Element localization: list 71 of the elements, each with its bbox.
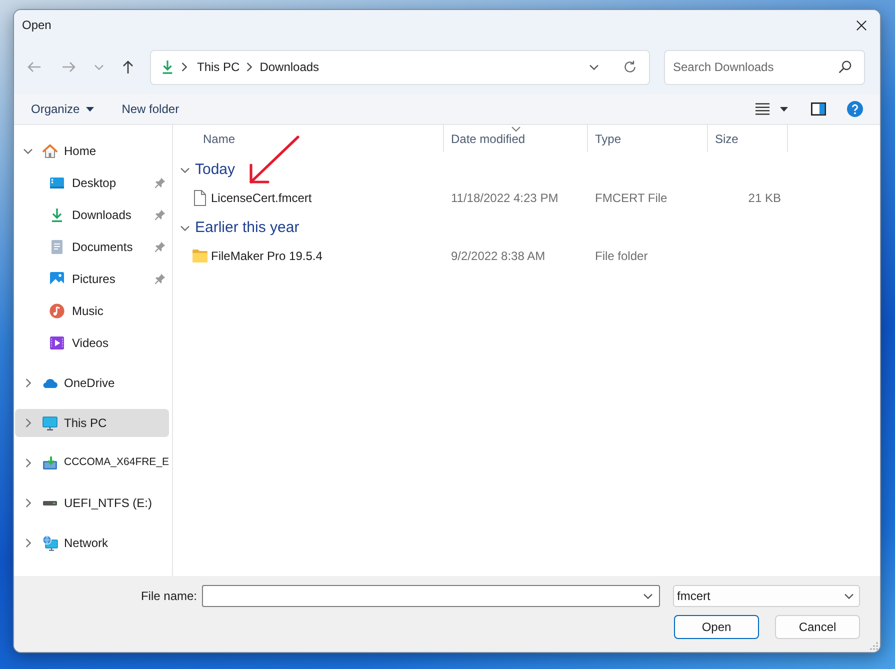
address-bar[interactable]: This PC Downloads <box>150 50 650 84</box>
file-type: File folder <box>595 249 648 263</box>
date-modified: 9/2/2022 8:38 AM <box>451 249 546 263</box>
chevron-right-icon[interactable] <box>23 538 33 548</box>
preview-pane-icon[interactable] <box>811 102 826 116</box>
folder-icon <box>192 249 208 263</box>
help-icon[interactable] <box>847 101 863 117</box>
search-field[interactable]: Search Downloads <box>664 50 865 84</box>
toolbar-button[interactable]: New folder <box>112 97 188 121</box>
monitor-icon <box>42 415 58 431</box>
chevron-down-icon[interactable] <box>643 591 653 601</box>
menu-button[interactable]: Organize <box>22 97 103 121</box>
network-icon <box>42 535 58 551</box>
chevron-right-icon[interactable] <box>23 458 33 468</box>
chevron-right-icon[interactable] <box>23 418 33 428</box>
chevron-down-icon <box>94 62 104 72</box>
home-icon <box>42 143 58 159</box>
chevron-down-icon <box>844 591 854 601</box>
sidebar-item[interactable]: Home <box>15 137 169 165</box>
sidebar-item[interactable]: This PC <box>15 409 169 437</box>
column-header[interactable]: Type <box>588 125 708 152</box>
sidebar-item[interactable]: Music <box>15 297 169 325</box>
sidebar-item[interactable]: Pictures <box>15 265 169 293</box>
drive-icon <box>42 455 58 471</box>
chevron-right-icon[interactable] <box>23 378 33 388</box>
file-size: 21 KB <box>748 191 781 205</box>
refresh-icon[interactable] <box>623 60 637 74</box>
file-icon <box>194 190 206 206</box>
column-header[interactable]: Size <box>708 125 788 152</box>
sidebar-item[interactable]: OneDrive <box>15 369 169 397</box>
window-title: Open <box>22 17 52 34</box>
breadcrumb-item[interactable]: Downloads <box>256 56 324 78</box>
chevron-right-icon <box>179 62 189 72</box>
download-icon <box>160 59 175 75</box>
file-type: FMCERT File <box>595 191 668 205</box>
file-name[interactable]: FileMaker Pro 19.5.4 <box>211 247 322 265</box>
chevron-down-icon[interactable] <box>589 62 599 72</box>
group-header[interactable]: Earlier this year <box>173 214 880 242</box>
desktop-icon <box>49 175 65 191</box>
column-header[interactable]: Date modified <box>444 125 588 152</box>
sidebar-item[interactable]: CCCOMA_X64FRE_E <box>15 449 169 477</box>
breadcrumb-item[interactable]: This PC <box>193 56 244 78</box>
file-name-label: File name: <box>140 588 197 605</box>
dialog-button[interactable]: Open <box>674 615 759 639</box>
close-icon <box>856 20 866 30</box>
picture-icon <box>49 271 65 287</box>
caret-icon <box>86 106 94 112</box>
group-header[interactable]: Today <box>173 156 880 184</box>
video-icon <box>49 335 65 351</box>
list-view-icon[interactable] <box>755 102 770 116</box>
caret-icon[interactable] <box>780 106 788 112</box>
dialog-button[interactable]: Cancel <box>775 615 860 639</box>
download-icon <box>49 207 65 223</box>
sidebar-item[interactable]: Documents <box>15 233 169 261</box>
sidebar-item[interactable]: Videos <box>15 329 169 357</box>
music-icon <box>49 303 65 319</box>
column-header[interactable]: Name <box>173 125 444 152</box>
date-modified: 11/18/2022 4:23 PM <box>451 191 558 205</box>
chevron-down-icon[interactable] <box>23 146 33 156</box>
sidebar-item[interactable]: Desktop <box>15 169 169 197</box>
document-icon <box>49 239 65 255</box>
sidebar-item[interactable]: Network <box>15 529 169 557</box>
file-type-dropdown[interactable]: fmcert <box>673 585 860 607</box>
resize-grip-icon <box>870 642 878 650</box>
pointer-arrow <box>247 134 302 186</box>
file-name-field[interactable] <box>202 585 660 607</box>
chevron-right-icon[interactable] <box>23 498 33 508</box>
file-name[interactable]: LicenseCert.fmcert <box>211 189 312 207</box>
sidebar-item[interactable]: UEFI_NTFS (E:) <box>15 489 169 517</box>
sidebar-item[interactable]: Downloads <box>15 201 169 229</box>
search-icon[interactable] <box>838 60 852 74</box>
